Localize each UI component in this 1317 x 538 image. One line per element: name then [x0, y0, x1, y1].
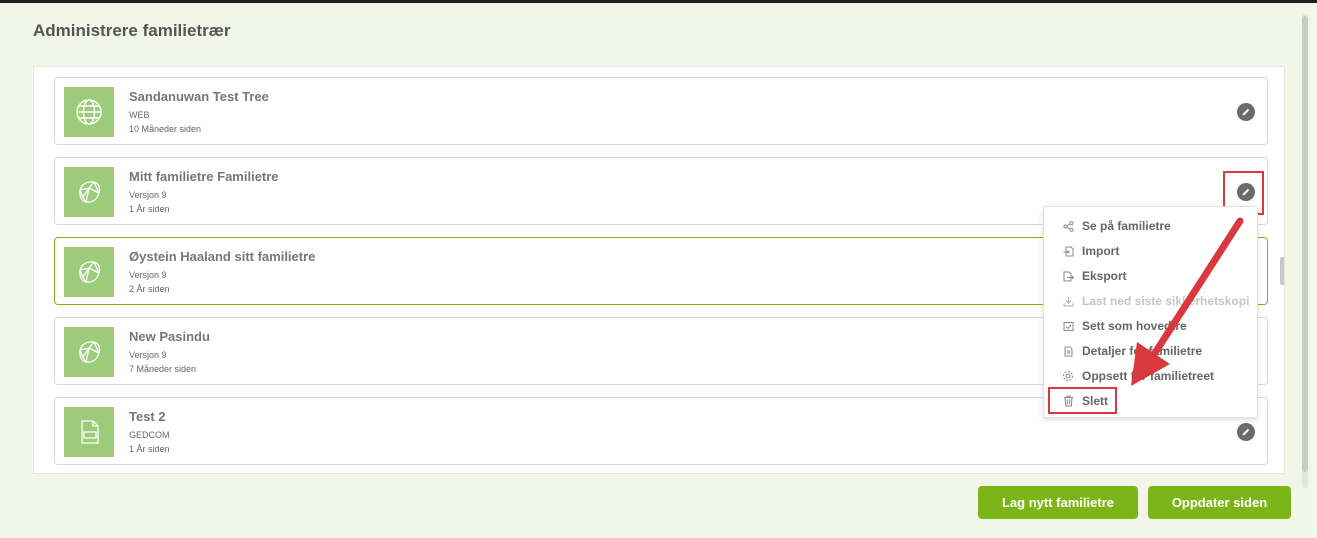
export-icon: [1060, 271, 1076, 282]
tree-updated: 1 År siden: [129, 204, 170, 214]
tree-updated: 2 År siden: [129, 284, 170, 294]
tree-source: WEB: [129, 110, 150, 120]
tree-updated: 1 År siden: [129, 444, 170, 454]
menu-item-details[interactable]: Detaljer for familietre: [1044, 340, 1257, 362]
document-icon: [1060, 346, 1076, 357]
globe-icon: [64, 87, 114, 137]
refresh-button[interactable]: Oppdater siden: [1148, 486, 1291, 519]
gem-icon: [64, 167, 114, 217]
top-bar: [0, 0, 1317, 3]
delete-item-highlight: [1048, 387, 1117, 414]
gem-icon: [64, 247, 114, 297]
menu-item-label: Detaljer for familietre: [1082, 344, 1203, 358]
tree-source: Versjon 9: [129, 270, 167, 280]
page-title: Administrere familietrær: [33, 21, 231, 40]
menu-item-label: Last ned siste sikkerhetskopi: [1082, 294, 1250, 308]
menu-item-export[interactable]: Eksport: [1044, 265, 1257, 287]
menu-item-import[interactable]: Import: [1044, 240, 1257, 262]
menu-item-label: Sett som hovedtre: [1082, 319, 1187, 333]
tree-source: Versjon 9: [129, 190, 167, 200]
menu-item-set-main[interactable]: Sett som hovedtre: [1044, 315, 1257, 337]
home-icon: [1060, 321, 1076, 332]
tree-name[interactable]: Mitt familietre Familietre: [129, 169, 279, 184]
download-icon: [1060, 296, 1076, 307]
menu-item-label: Se på familietre: [1082, 219, 1171, 233]
gem-icon: [64, 327, 114, 377]
tree-updated: 7 Måneder siden: [129, 364, 197, 374]
tree-source: Versjon 9: [129, 350, 167, 360]
tree-name[interactable]: New Pasindu: [129, 329, 210, 344]
tree-source: GEDCOM: [129, 430, 170, 440]
new-tree-button[interactable]: Lag nytt familietre: [978, 486, 1138, 519]
pencil-icon[interactable]: [1237, 423, 1255, 441]
share-icon: [1060, 220, 1076, 232]
tree-name[interactable]: Sandanuwan Test Tree: [129, 89, 269, 104]
menu-item-label: Eksport: [1082, 269, 1127, 283]
import-icon: [1060, 246, 1076, 257]
tree-updated: 10 Måneder siden: [129, 124, 202, 134]
panel-scrollbar-thumb[interactable]: [1280, 257, 1284, 285]
menu-item-view[interactable]: Se på familietre: [1044, 215, 1257, 237]
menu-item-settings[interactable]: Oppsett for familietreet: [1044, 365, 1257, 387]
menu-item-download-backup[interactable]: Last ned siste sikkerhetskopi: [1044, 290, 1257, 312]
menu-item-label: Oppsett for familietreet: [1082, 369, 1215, 383]
page-scrollbar-thumb[interactable]: [1302, 16, 1308, 472]
pencil-icon[interactable]: [1237, 103, 1255, 121]
gedcom-file-icon: [64, 407, 114, 457]
tree-card[interactable]: Sandanuwan Test Tree WEB 10 Måneder side…: [54, 77, 1268, 145]
gear-icon: [1060, 370, 1076, 382]
tree-name[interactable]: Test 2: [129, 409, 166, 424]
menu-item-label: Import: [1082, 244, 1120, 258]
tree-name[interactable]: Øystein Haaland sitt familietre: [129, 249, 315, 264]
